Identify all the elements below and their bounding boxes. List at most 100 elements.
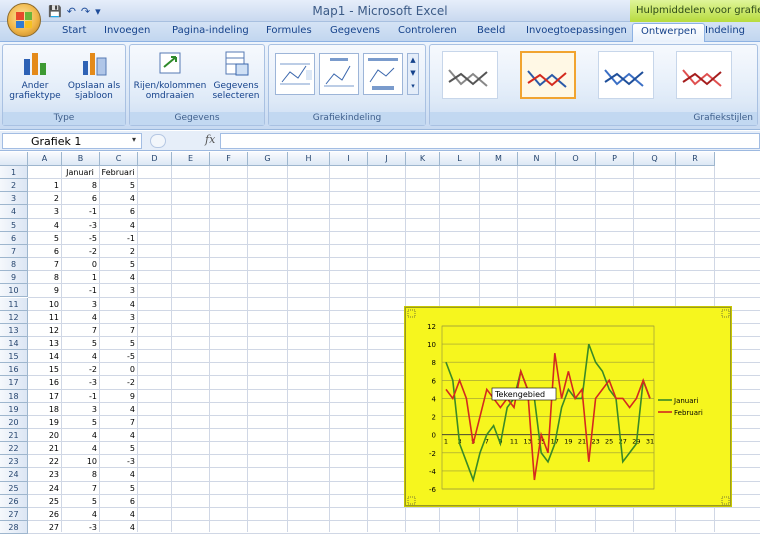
cell-b12[interactable]: 4: [63, 311, 97, 324]
cell-a2[interactable]: 1: [29, 179, 59, 192]
cell-a16[interactable]: 15: [29, 363, 59, 376]
cell-a28[interactable]: 27: [29, 521, 59, 534]
row-header-17[interactable]: 17: [0, 376, 28, 390]
cell-b22[interactable]: 4: [63, 442, 97, 455]
column-header-r[interactable]: R: [676, 152, 715, 166]
cell-a19[interactable]: 18: [29, 403, 59, 416]
cell-c20[interactable]: 7: [101, 416, 135, 429]
cell-c6[interactable]: -1: [101, 232, 135, 245]
change-chart-type-button[interactable]: Ander grafiektype: [9, 49, 61, 101]
cell-b5[interactable]: -3: [63, 219, 97, 232]
row-header-24[interactable]: 24: [0, 468, 28, 482]
select-data-button[interactable]: Gegevens selecteren: [210, 49, 262, 101]
chart-style-1[interactable]: [442, 51, 498, 99]
row-header-21[interactable]: 21: [0, 429, 28, 443]
tab-invoegen[interactable]: Invoegen: [104, 25, 150, 36]
column-header-g[interactable]: G: [248, 152, 288, 166]
fx-icon[interactable]: fx: [205, 133, 215, 146]
row-header-16[interactable]: 16: [0, 363, 28, 377]
cell-b3[interactable]: 6: [63, 192, 97, 205]
cell-c9[interactable]: 4: [101, 271, 135, 284]
cell-c11[interactable]: 4: [101, 298, 135, 311]
row-header-12[interactable]: 12: [0, 310, 28, 324]
row-header-14[interactable]: 14: [0, 336, 28, 351]
column-header-c[interactable]: C: [100, 152, 138, 166]
chart-style-4[interactable]: [676, 51, 732, 99]
column-header-m[interactable]: M: [480, 152, 518, 166]
row-header-13[interactable]: 13: [0, 323, 28, 337]
cell-c26[interactable]: 6: [101, 495, 135, 508]
cell-a22[interactable]: 21: [29, 442, 59, 455]
row-header-8[interactable]: 8: [0, 258, 28, 272]
row-header-18[interactable]: 18: [0, 389, 28, 403]
cell-b26[interactable]: 5: [63, 495, 97, 508]
cell-b28[interactable]: -3: [63, 521, 97, 534]
column-header-o[interactable]: O: [556, 152, 596, 166]
column-header-n[interactable]: N: [518, 152, 556, 166]
tab-invoegtoepassingen[interactable]: Invoegtoepassingen: [526, 25, 627, 36]
cell-a17[interactable]: 16: [29, 376, 59, 389]
row-header-19[interactable]: 19: [0, 402, 28, 416]
cell-b8[interactable]: 0: [63, 258, 97, 271]
row-header-25[interactable]: 25: [0, 481, 28, 495]
cell-c21[interactable]: 4: [101, 429, 135, 442]
column-header-b[interactable]: B: [62, 152, 100, 166]
row-header-2[interactable]: 2: [0, 179, 28, 193]
cell-c7[interactable]: 2: [101, 245, 135, 258]
cell-b4[interactable]: -1: [63, 205, 97, 218]
cell-b6[interactable]: -5: [63, 232, 97, 245]
column-header-a[interactable]: A: [28, 152, 62, 166]
cell-a9[interactable]: 8: [29, 271, 59, 284]
cell-a12[interactable]: 11: [29, 311, 59, 324]
cell-b15[interactable]: 4: [63, 350, 97, 363]
cell-c28[interactable]: 4: [101, 521, 135, 534]
row-header-6[interactable]: 6: [0, 231, 28, 245]
column-header-f[interactable]: F: [210, 152, 248, 166]
name-box[interactable]: Grafiek 1: [2, 133, 142, 149]
cell-c10[interactable]: 3: [101, 284, 135, 297]
tab-gegevens[interactable]: Gegevens: [330, 25, 380, 36]
cell-a3[interactable]: 2: [29, 192, 59, 205]
cell-a26[interactable]: 25: [29, 495, 59, 508]
column-header-d[interactable]: D: [138, 152, 172, 166]
cell-c25[interactable]: 5: [101, 482, 135, 495]
column-header-e[interactable]: E: [172, 152, 210, 166]
cell-b1[interactable]: Januari: [63, 166, 97, 179]
cell-b18[interactable]: -1: [63, 390, 97, 403]
save-as-template-button[interactable]: Opslaan als sjabloon: [65, 49, 123, 101]
tab-controleren[interactable]: Controleren: [398, 25, 457, 36]
cell-b19[interactable]: 3: [63, 403, 97, 416]
cell-b13[interactable]: 7: [63, 324, 97, 337]
cell-c27[interactable]: 4: [101, 508, 135, 521]
cell-a11[interactable]: 10: [29, 298, 59, 311]
cell-c15[interactable]: -5: [101, 350, 135, 363]
cell-a4[interactable]: 3: [29, 205, 59, 218]
row-header-7[interactable]: 7: [0, 244, 28, 259]
column-header-q[interactable]: Q: [634, 152, 676, 166]
cell-b20[interactable]: 5: [63, 416, 97, 429]
row-header-11[interactable]: 11: [0, 297, 28, 311]
select-all-corner[interactable]: [0, 152, 28, 166]
column-header-p[interactable]: P: [596, 152, 634, 166]
cell-b11[interactable]: 3: [63, 298, 97, 311]
tab-ontwerpen[interactable]: Ontwerpen: [632, 23, 706, 42]
cell-a5[interactable]: 4: [29, 219, 59, 232]
row-header-9[interactable]: 9: [0, 271, 28, 285]
tab-indeling[interactable]: Indeling: [705, 25, 745, 36]
cell-c22[interactable]: 5: [101, 442, 135, 455]
cell-a14[interactable]: 13: [29, 337, 59, 350]
cell-b9[interactable]: 1: [63, 271, 97, 284]
cell-b27[interactable]: 4: [63, 508, 97, 521]
cell-c18[interactable]: 9: [101, 390, 135, 403]
cell-c24[interactable]: 4: [101, 468, 135, 481]
column-header-j[interactable]: J: [368, 152, 406, 166]
cell-c1[interactable]: Februari: [101, 166, 135, 179]
cell-c19[interactable]: 4: [101, 403, 135, 416]
column-header-k[interactable]: K: [406, 152, 440, 166]
cell-a18[interactable]: 17: [29, 390, 59, 403]
cell-a20[interactable]: 19: [29, 416, 59, 429]
formula-input[interactable]: [220, 133, 760, 149]
cell-b14[interactable]: 5: [63, 337, 97, 350]
cell-c13[interactable]: 7: [101, 324, 135, 337]
tab-beeld[interactable]: Beeld: [477, 25, 505, 36]
